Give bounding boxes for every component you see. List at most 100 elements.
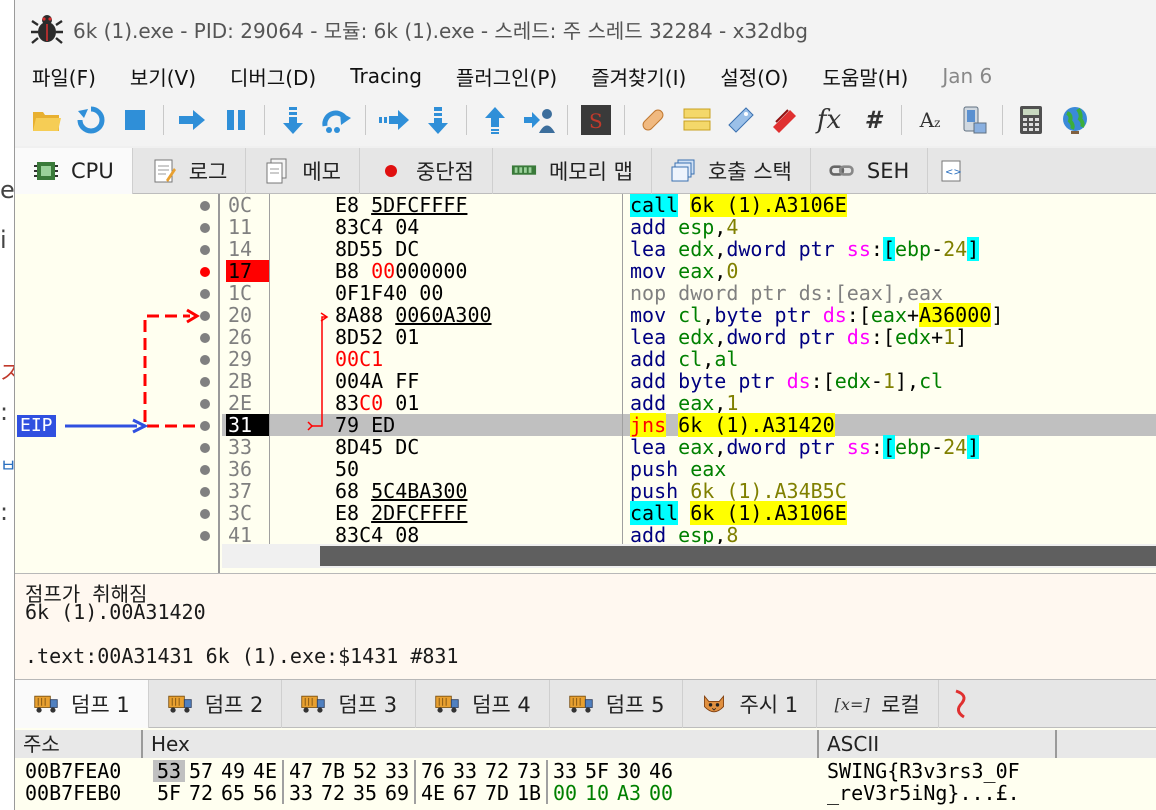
disasm-address: 2E — [228, 391, 253, 415]
tab-notes[interactable]: 메모 — [246, 148, 360, 194]
disasm-row[interactable]: 3C E8 2DFCFFFF call 6k (1).A3106E — [222, 501, 1156, 525]
comments-icon[interactable] — [680, 103, 714, 137]
run-arrow-icon[interactable] — [175, 103, 209, 137]
disasm-instruction: call 6k (1).A3106E — [630, 501, 847, 525]
disasm-row[interactable]: 17 B8 00000000 mov eax,0 — [222, 260, 1156, 282]
labels-icon[interactable] — [724, 103, 758, 137]
tab-overflow[interactable] — [939, 680, 993, 728]
svg-text:<>: <> — [945, 167, 962, 178]
hex-dump-view[interactable]: 주소 Hex ASCII 00B7FEA0 53 57 49 4E 47 7B 52 33 76 3… — [15, 728, 1156, 810]
menu-plugins[interactable]: 플러그인(P) — [439, 62, 574, 91]
tab-breakpoints[interactable]: 중단점 — [360, 148, 493, 194]
disasm-row[interactable]: 2B 004A FF add byte ptr ds:[edx-1],cl — [222, 370, 1156, 392]
disasm-row[interactable]: 33 8D45 DC lea eax,dword ptr ss:[ebp-24] — [222, 435, 1156, 459]
toolbar-separator — [901, 105, 902, 135]
menu-view[interactable]: 보기(V) — [113, 62, 213, 91]
disasm-bytes: E8 5DFCFFFF — [335, 194, 468, 217]
bg-fragment-text: ㅂ — [0, 456, 14, 477]
tab-dump-1[interactable]: 덤프 1 — [15, 680, 149, 728]
tab-dump-5[interactable]: 덤프 5 — [550, 680, 684, 728]
tab-log[interactable]: 로그 — [133, 148, 247, 194]
step-over-icon[interactable] — [320, 103, 354, 137]
stop-icon[interactable] — [118, 103, 152, 137]
trace-into-icon[interactable] — [377, 103, 411, 137]
menu-help[interactable]: 도움말(H) — [805, 62, 925, 91]
dump-row[interactable]: 00B7FEB0 5F 72 65 56 33 72 35 69 4E 67 7D 1B 00 10 A3 00… — [15, 782, 1156, 804]
tab-dump-2[interactable]: 덤프 2 — [149, 680, 283, 728]
tab-dump-3[interactable]: 덤프 3 — [282, 680, 417, 728]
struct-icon — [947, 689, 973, 719]
disasm-row[interactable]: 1C 0F1F40 00 nop dword ptr ds:[eax],eax — [222, 282, 1156, 304]
disasm-row[interactable]: 31 79 ED jns 6k (1).A31420 — [222, 413, 1156, 437]
tab-overflow[interactable]: <> — [928, 148, 986, 194]
calculator-icon[interactable] — [1014, 103, 1048, 137]
trace-over-icon[interactable] — [421, 103, 455, 137]
tab-watch-1[interactable]: 주시 1 — [683, 680, 818, 728]
disasm-bytes: 50 — [335, 457, 360, 481]
patch-icon[interactable] — [636, 103, 670, 137]
disasm-row[interactable]: 20 8A88 0060A300 mov cl,byte ptr ds:[eax+A… — [222, 303, 1156, 327]
tab-call-stack[interactable]: 호출 스택 — [652, 148, 811, 194]
open-folder-icon[interactable] — [30, 103, 64, 137]
window-title: 6k (1).exe - PID: 29064 - 모듈: 6k (1).exe… — [73, 18, 808, 43]
disassembly-view[interactable]: 0C E8 5DFCFFFF call 6k (1).A3106E 11 83C4 04… — [222, 194, 1156, 546]
menu-file[interactable]: 파일(F) — [15, 62, 113, 91]
title-bar[interactable]: 6k (1).exe - PID: 29064 - 모듈: 6k (1).exe… — [15, 0, 1156, 58]
tab-locals[interactable]: [x=] 로컬 — [817, 680, 939, 728]
toolbar-separator — [624, 105, 625, 135]
disasm-row[interactable]: 29 00C1 add cl,al — [222, 348, 1156, 370]
dump-address: 00B7FEB0 — [25, 781, 122, 805]
device-icon[interactable] — [957, 103, 991, 137]
disasm-address: 36 — [228, 457, 253, 481]
branch-gutter[interactable]: EIP — [15, 194, 220, 573]
dump-col-address[interactable]: 주소 — [15, 730, 143, 758]
tab-notes-label: 메모 — [302, 160, 341, 184]
dump-hex-bytes: 53 57 49 4E 47 7B 52 33 76 33 72 73 33 5F 30 46 — [153, 760, 677, 782]
tab-memory-map[interactable]: 메모리 맵 — [493, 148, 652, 194]
globe-icon[interactable] — [1058, 103, 1092, 137]
tab-cpu[interactable]: CPU — [15, 148, 133, 194]
dump-col-ascii[interactable]: ASCII — [819, 730, 1057, 758]
disasm-row[interactable]: 36 50 push eax — [222, 458, 1156, 480]
horizontal-scrollbar-thumb[interactable] — [320, 546, 1156, 566]
disasm-bytes: 83C4 08 — [335, 523, 420, 547]
dump-row[interactable]: 00B7FEA0 53 57 49 4E 47 7B 52 33 76 33 72 73 33 5F 30 46… — [15, 760, 1156, 782]
disasm-row[interactable]: 37 68 5C4BA300 push 6k (1).A34B5C — [222, 480, 1156, 502]
tab-seh-label: SEH — [866, 159, 910, 183]
disasm-row[interactable]: 11 83C4 04 add esp,4 — [222, 216, 1156, 238]
pause-icon[interactable] — [219, 103, 253, 137]
execute-till-return-icon[interactable] — [478, 103, 512, 137]
disasm-bytes: 68 5C4BA300 — [335, 479, 468, 503]
scylla-icon[interactable]: S — [579, 103, 613, 137]
tab-seh[interactable]: SEH — [811, 148, 929, 194]
cpu-disassembly-pane: EIP 0C E8 5DFCFFFF call 6k (1).A3106E 11 83C… — [15, 194, 1156, 574]
breakpoint-bullets — [200, 201, 210, 541]
disasm-row[interactable]: 41 83C4 08 add esp,8 — [222, 524, 1156, 546]
dump-ascii: _reV3r5iNg}...£. — [827, 781, 1020, 805]
run-to-user-code-icon[interactable] — [522, 103, 556, 137]
disasm-row[interactable]: 26 8D52 01 lea edx,dword ptr ds:[edx+1] — [222, 326, 1156, 348]
hash-icon[interactable]: # — [856, 103, 890, 137]
disasm-bytes: 83C4 04 — [335, 215, 420, 239]
menu-options[interactable]: 설정(O) — [703, 62, 805, 91]
disasm-bytes: 0F1F40 00 — [335, 281, 444, 305]
tab-dump-4[interactable]: 덤프 4 — [416, 680, 550, 728]
bookmarks-icon[interactable] — [768, 103, 802, 137]
dump-col-hex[interactable]: Hex — [143, 730, 819, 758]
info-section-address: .text:00A31431 6k (1).exe:$1431 #831 — [25, 644, 459, 668]
info-box: 점프가 취해짐 6k (1).00A31420 .text:00A31431 6… — [15, 574, 1156, 680]
disasm-row[interactable]: 2E 83C0 01 add eax,1 — [222, 392, 1156, 414]
menu-debug[interactable]: 디버그(D) — [213, 62, 333, 91]
disasm-instruction: mov cl,byte ptr ds:[eax+A36000] — [630, 303, 1004, 327]
restart-icon[interactable] — [74, 103, 108, 137]
disasm-bytes: E8 2DFCFFFF — [335, 501, 468, 525]
disasm-row[interactable]: 14 8D55 DC lea edx,dword ptr ss:[ebp-24] — [222, 237, 1156, 261]
font-size-icon[interactable]: Az — [913, 103, 947, 137]
step-into-icon[interactable] — [276, 103, 310, 137]
menu-favourites[interactable]: 즐겨찾기(I) — [574, 62, 703, 91]
disasm-instruction: lea edx,dword ptr ss:[ebp-24] — [630, 237, 980, 261]
functions-icon[interactable]: fx — [812, 103, 846, 137]
disasm-row[interactable]: 0C E8 5DFCFFFF call 6k (1).A3106E — [222, 194, 1156, 217]
menu-tracing[interactable]: Tracing — [333, 64, 439, 88]
toolbar-separator — [1002, 105, 1003, 135]
